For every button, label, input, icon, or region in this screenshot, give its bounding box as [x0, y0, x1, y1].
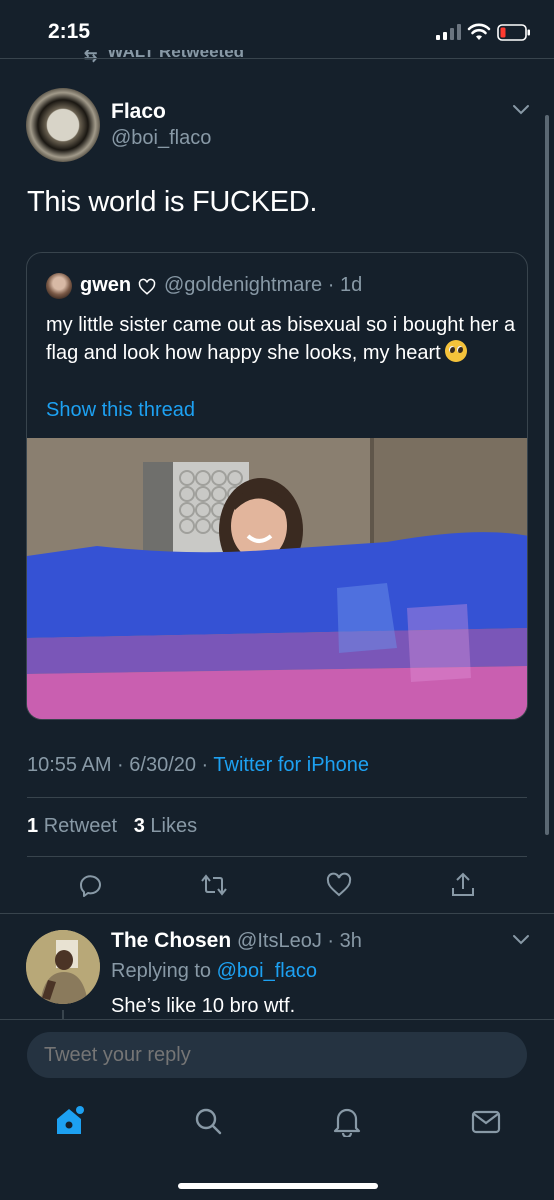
tweet-text: This world is FUCKED.: [27, 186, 318, 218]
cellular-signal-icon: [436, 24, 461, 40]
home-indicator[interactable]: [178, 1183, 378, 1189]
quoted-tweet-photo[interactable]: [27, 438, 528, 720]
pleading-face-emoji-icon: [444, 340, 467, 362]
status-bar-divider: [0, 58, 554, 59]
quoted-author-avatar: [46, 273, 72, 299]
tweet-source-link[interactable]: Twitter for iPhone: [213, 754, 369, 776]
retweet-icon[interactable]: [200, 871, 228, 899]
quoted-tweet-card[interactable]: gwen @goldenightmare · 1d my little sist…: [26, 252, 528, 720]
reply-avatar-photo: [26, 930, 100, 1004]
replying-to-link[interactable]: @boi_flaco: [217, 960, 317, 982]
scrollbar[interactable]: [545, 115, 549, 835]
tweet-stats: 1 Retweet 3 Likes: [27, 815, 197, 838]
messages-icon[interactable]: [471, 1105, 501, 1137]
reply-icon[interactable]: [76, 871, 104, 899]
quoted-tweet-text: my little sister came out as bisexual so…: [46, 314, 516, 364]
tweet-reply-input[interactable]: [27, 1032, 527, 1078]
divider: [27, 797, 527, 798]
author-avatar[interactable]: [26, 88, 100, 162]
likes-stat[interactable]: 3 Likes: [134, 815, 197, 837]
replying-to-label: Replying to @boi_flaco: [111, 960, 317, 982]
reply-text: She’s like 10 bro wtf.: [111, 995, 296, 1017]
quoted-author-handle: @goldenightmare · 1d: [164, 274, 363, 296]
chevron-down-icon[interactable]: [512, 104, 530, 116]
reply-author[interactable]: The Chosen @ItsLeoJ · 3h: [111, 929, 362, 953]
show-thread-link[interactable]: Show this thread: [46, 399, 195, 422]
notifications-icon[interactable]: [332, 1105, 362, 1137]
author-name[interactable]: Flaco: [111, 100, 166, 124]
status-time: 2:15: [48, 20, 91, 43]
retweeted-by-label[interactable]: ⇆ WALT Retweeted: [84, 50, 244, 70]
like-icon[interactable]: [325, 871, 353, 899]
reply-author-handle: @ItsLeoJ · 3h: [237, 930, 362, 952]
share-icon[interactable]: [449, 871, 477, 899]
chevron-down-icon[interactable]: [512, 934, 530, 946]
wifi-icon: [467, 23, 491, 40]
search-icon[interactable]: [193, 1105, 223, 1137]
tweet-timestamp: 10:55 AM · 6/30/20 · Twitter for iPhone: [27, 754, 370, 776]
battery-low-icon: [497, 24, 530, 41]
divider: [27, 856, 527, 857]
author-handle[interactable]: @boi_flaco: [111, 127, 211, 150]
quoted-author-name: gwen: [80, 274, 132, 296]
home-icon[interactable]: [54, 1105, 84, 1137]
reply-author-avatar[interactable]: [26, 930, 100, 1004]
divider: [0, 913, 554, 914]
retweets-stat[interactable]: 1 Retweet: [27, 815, 117, 837]
heart-emoji-icon: [138, 278, 156, 295]
